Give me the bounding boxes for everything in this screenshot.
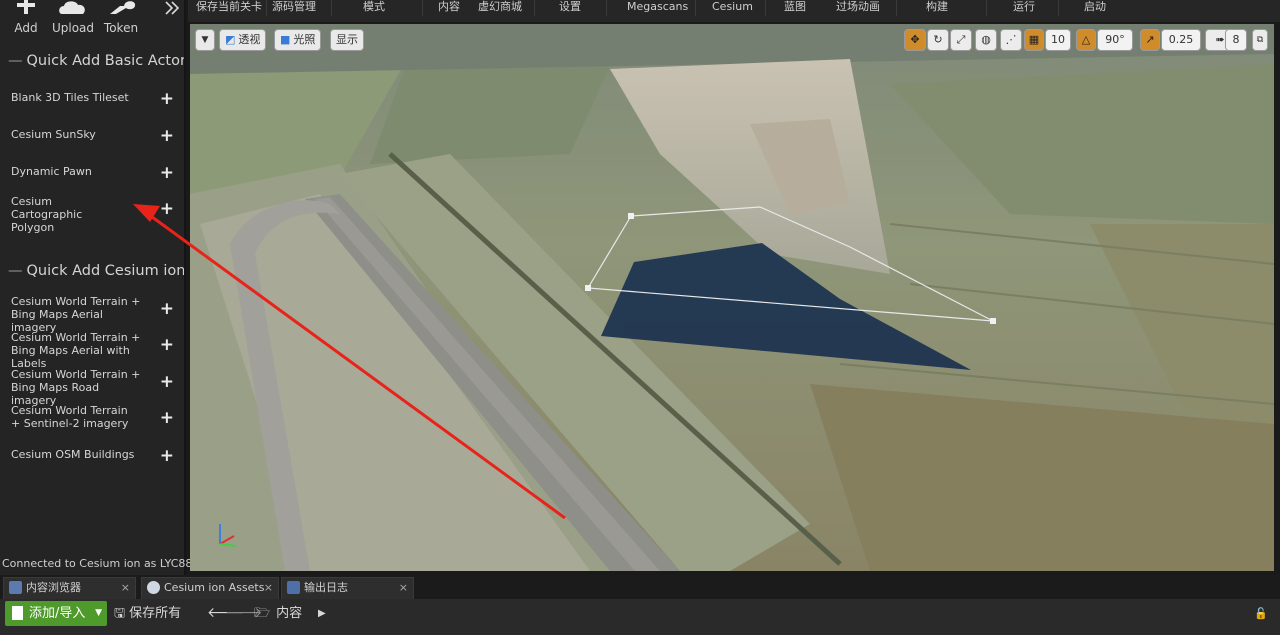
maximize-viewport-icon[interactable]: ⧉ — [1252, 29, 1268, 51]
menu-content[interactable]: 内容 — [438, 0, 460, 14]
rotate-tool-icon[interactable]: ↻ — [927, 29, 949, 51]
grid-size-value[interactable]: 10 — [1045, 29, 1071, 51]
menu-cinematics[interactable]: 过场动画 — [836, 0, 880, 14]
bottom-tab-bar: 内容浏览器 × Cesium ion Assets × 输出日志 × — [0, 575, 1280, 599]
double-chevron-right-icon[interactable] — [164, 0, 184, 20]
add-import-button[interactable]: 添加/导入 ▼ — [5, 601, 107, 626]
token-tool[interactable]: Token — [96, 0, 146, 35]
cesium-panel: Add Upload Token — Quick Add Basic Actors — [0, 0, 199, 575]
plus-icon — [1, 0, 51, 20]
basic-item-cartographic-polygon[interactable]: Cesium Cartographic Polygon + — [11, 195, 179, 234]
ion-item-bing-road[interactable]: Cesium World Terrain + Bing Maps Road im… — [11, 368, 179, 407]
save-all-button[interactable]: 🖫 保存所有 — [114, 601, 181, 626]
menu-build[interactable]: 构建 — [926, 0, 948, 14]
perspective-icon: ◩ — [225, 33, 236, 46]
terrain-scene — [190, 24, 1274, 571]
editor-window: Add Upload Token — Quick Add Basic Actors — [0, 0, 1280, 635]
show-button[interactable]: 显示 — [330, 29, 364, 51]
spline-point[interactable] — [990, 318, 996, 324]
menu-modes[interactable]: 模式 — [363, 0, 385, 14]
surface-snap-icon[interactable]: ⋰ — [1000, 29, 1022, 51]
lit-button[interactable]: ■ 光照 — [274, 29, 322, 51]
menu-launch[interactable]: 启动 — [1084, 0, 1106, 14]
ion-item-bing-labels[interactable]: Cesium World Terrain + Bing Maps Aerial … — [11, 331, 179, 370]
content-browser-icon — [9, 581, 22, 594]
content-browser-toolbar: 添加/导入 ▼ 🖫 保存所有 🡐 🡒 🗁 内容 ▶ 🔓 — [0, 599, 1280, 635]
folder-icon: 🗁 — [254, 606, 271, 621]
menu-marketplace[interactable]: 虚幻商城 — [478, 0, 522, 14]
tab-content-browser[interactable]: 内容浏览器 × — [3, 577, 136, 599]
add-plus-icon[interactable]: + — [160, 373, 174, 391]
menu-megascans[interactable]: Megascans — [627, 0, 688, 14]
add-plus-icon[interactable]: + — [160, 409, 174, 427]
close-icon[interactable]: × — [264, 578, 273, 598]
connection-status: Connected to Cesium ion as LYC888 — [2, 557, 200, 570]
output-log-icon — [287, 581, 300, 594]
upload-label: Upload — [51, 21, 95, 35]
close-icon[interactable]: × — [399, 578, 408, 598]
ion-item-bing-aerial[interactable]: Cesium World Terrain + Bing Maps Aerial … — [11, 295, 179, 334]
token-label: Token — [103, 21, 139, 35]
add-plus-icon[interactable]: + — [160, 300, 174, 318]
menu-source-control[interactable]: 源码管理 — [272, 0, 316, 14]
save-icon: 🖫 — [114, 606, 126, 621]
menu-save-level[interactable]: 保存当前关卡 — [196, 0, 262, 14]
ion-item-sentinel[interactable]: Cesium World Terrain + Sentinel-2 imager… — [11, 404, 179, 432]
dropdown-arrow-icon: ▼ — [95, 608, 102, 618]
basic-item-sunsky[interactable]: Cesium SunSky + — [11, 127, 179, 145]
ion-assets-heading[interactable]: — Quick Add Cesium ion A — [8, 263, 184, 279]
perspective-button[interactable]: ◩ 透视 — [219, 29, 267, 51]
tab-cesium-ion-assets[interactable]: Cesium ion Assets × — [141, 577, 279, 599]
upload-tool[interactable]: Upload — [48, 0, 98, 35]
world-local-icon[interactable]: ◍ — [975, 29, 997, 51]
cesium-logo-icon — [147, 581, 160, 594]
collapse-dash-icon: — — [8, 53, 23, 69]
path-content-button[interactable]: 🗁 内容 — [254, 601, 302, 626]
add-plus-icon[interactable]: + — [160, 336, 174, 354]
add-label: Add — [14, 21, 38, 35]
scale-tool-icon[interactable]: ⤢ — [950, 29, 972, 51]
lit-cube-icon: ■ — [280, 33, 291, 46]
scale-snap-icon[interactable]: ↗ — [1140, 29, 1160, 51]
main-menu-bar: 保存当前关卡 源码管理 模式 内容 虚幻商城 设置 Megascans Cesi… — [188, 0, 1280, 22]
menu-blueprints[interactable]: 蓝图 — [784, 0, 806, 14]
add-tool[interactable]: Add — [1, 0, 51, 35]
new-file-icon — [12, 606, 23, 620]
tab-output-log[interactable]: 输出日志 × — [281, 577, 414, 599]
add-plus-icon[interactable]: + — [160, 447, 174, 465]
menu-cesium[interactable]: Cesium — [712, 0, 753, 14]
cesium-toolbar: Add Upload Token — [0, 0, 186, 40]
spline-point[interactable] — [628, 213, 634, 219]
menu-settings[interactable]: 设置 — [559, 0, 581, 14]
grid-snap-icon[interactable]: ▦ — [1024, 29, 1044, 51]
add-plus-icon[interactable]: + — [160, 200, 174, 218]
add-plus-icon[interactable]: + — [160, 90, 174, 108]
camera-speed-value[interactable]: 8 — [1225, 29, 1247, 51]
basic-item-dynamic-pawn[interactable]: Dynamic Pawn + — [11, 164, 179, 182]
angle-snap-icon[interactable]: △ — [1076, 29, 1096, 51]
lock-icon[interactable]: 🔓 — [1254, 607, 1268, 620]
key-icon — [96, 0, 146, 20]
spline-point[interactable] — [585, 285, 591, 291]
translate-tool-icon[interactable]: ✥ — [904, 29, 926, 51]
close-icon[interactable]: × — [121, 578, 130, 598]
basic-item-blank-tileset[interactable]: Blank 3D Tiles Tileset + — [11, 90, 179, 108]
scale-snap-value[interactable]: 0.25 — [1161, 29, 1201, 51]
path-chevron-icon[interactable]: ▶ — [318, 601, 326, 626]
add-plus-icon[interactable]: + — [160, 127, 174, 145]
viewport-options-button[interactable]: ▼ — [195, 29, 215, 51]
ion-item-osm-buildings[interactable]: Cesium OSM Buildings + — [11, 447, 179, 465]
angle-snap-value[interactable]: 90° — [1097, 29, 1133, 51]
cloud-upload-icon — [48, 0, 98, 20]
basic-actors-heading[interactable]: — Quick Add Basic Actors — [8, 53, 184, 69]
menu-play[interactable]: 运行 — [1013, 0, 1035, 14]
add-plus-icon[interactable]: + — [160, 164, 174, 182]
level-viewport[interactable]: ▼ ◩ 透视 ■ 光照 显示 ✥ ↻ ⤢ ◍ ⋰ ▦ 10 △ 90° ↗ 0.25… — [190, 24, 1274, 571]
chevron-down-icon: ▼ — [201, 35, 209, 45]
collapse-dash-icon: — — [8, 263, 23, 279]
